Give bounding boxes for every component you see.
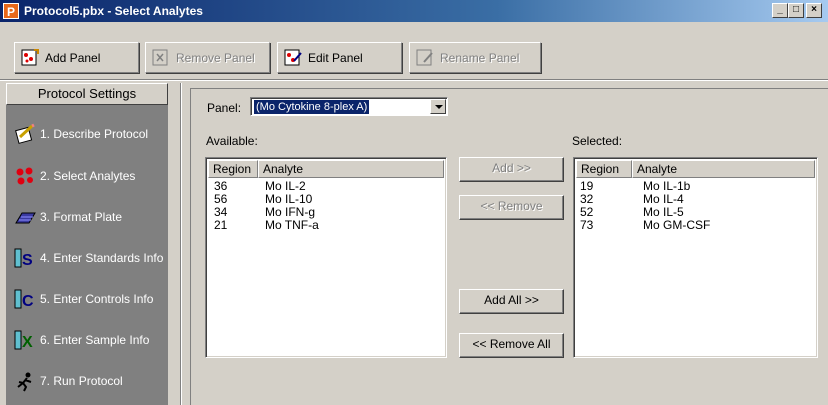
panel-select[interactable]: (Mo Cytokine 8-plex A) bbox=[250, 97, 448, 116]
analyte-cell: Mo IL-2 bbox=[265, 179, 306, 193]
remove-all-button[interactable]: << Remove All bbox=[459, 333, 564, 358]
available-label: Available: bbox=[206, 134, 258, 148]
standards-tube-icon: S bbox=[14, 247, 36, 269]
panel-label: Panel: bbox=[207, 101, 242, 115]
sidebar-item-enter-controls[interactable]: C 5. Enter Controls Info bbox=[14, 287, 153, 311]
edit-panel-icon bbox=[284, 49, 302, 67]
analyte-cell: Mo IL-4 bbox=[643, 192, 684, 206]
analyte-cell: Mo GM-CSF bbox=[643, 218, 711, 232]
rename-panel-label: Rename Panel bbox=[440, 50, 520, 65]
sidebar-item-run-protocol[interactable]: 7. Run Protocol bbox=[14, 369, 123, 393]
analyte-cell: Mo IFN-g bbox=[265, 205, 316, 219]
svg-text:S: S bbox=[22, 252, 33, 269]
app-icon[interactable]: P bbox=[3, 3, 19, 19]
sidebar-item-label: 2. Select Analytes bbox=[40, 169, 136, 183]
available-list[interactable]: Region Analyte 36 Mo IL-2 56 Mo IL-10 34 Mo… bbox=[205, 157, 447, 358]
add-all-button[interactable]: Add All >> bbox=[459, 289, 564, 314]
remove-panel-button[interactable]: Remove Panel bbox=[145, 42, 270, 73]
chevron-down-icon[interactable] bbox=[430, 99, 446, 114]
pencil-paper-icon bbox=[14, 123, 36, 145]
maximize-button[interactable]: □ bbox=[788, 3, 804, 18]
available-analyte-header[interactable]: Analyte bbox=[258, 160, 444, 178]
remove-button[interactable]: << Remove bbox=[459, 195, 564, 220]
add-panel-icon bbox=[21, 48, 39, 67]
selected-region-header[interactable]: Region bbox=[576, 160, 632, 178]
selected-label: Selected: bbox=[572, 134, 623, 148]
sample-tube-icon: X bbox=[14, 329, 36, 351]
sidebar-item-describe-protocol[interactable]: 1. Describe Protocol bbox=[14, 122, 148, 146]
rename-panel-button[interactable]: Rename Panel bbox=[409, 42, 541, 73]
selected-analyte-header[interactable]: Analyte bbox=[632, 160, 815, 178]
analyte-cell: Mo IL-1b bbox=[643, 179, 691, 193]
sidebar-item-label: 1. Describe Protocol bbox=[40, 127, 149, 141]
sidebar-item-enter-standards[interactable]: S 4. Enter Standards Info bbox=[14, 246, 163, 270]
panel-divider bbox=[180, 83, 182, 405]
sidebar-item-enter-sample[interactable]: X 6. Enter Sample Info bbox=[14, 328, 149, 352]
table-row[interactable]: 21 Mo TNF-a bbox=[214, 219, 319, 232]
sidebar-item-format-plate[interactable]: 3. Format Plate bbox=[14, 205, 122, 229]
svg-text:X: X bbox=[22, 334, 33, 351]
region-cell: 21 bbox=[214, 218, 228, 232]
add-panel-label: Add Panel bbox=[45, 50, 101, 65]
remove-panel-label: Remove Panel bbox=[176, 50, 255, 65]
close-button[interactable]: × bbox=[806, 3, 822, 18]
selected-list[interactable]: Region Analyte 19 Mo IL-1b 32 Mo IL-4 52 Mo… bbox=[573, 157, 818, 358]
sidebar-item-select-analytes[interactable]: 2. Select Analytes bbox=[14, 164, 135, 188]
runner-icon bbox=[14, 370, 36, 392]
beads-icon bbox=[14, 165, 36, 187]
rename-panel-icon bbox=[416, 49, 434, 67]
minimize-button[interactable]: _ bbox=[772, 3, 788, 18]
analyte-cell: Mo IL-10 bbox=[265, 192, 313, 206]
add-button[interactable]: Add >> bbox=[459, 157, 564, 182]
svg-text:C: C bbox=[22, 293, 34, 310]
sidebar-item-label: 5. Enter Controls Info bbox=[40, 292, 154, 306]
toolbar-divider bbox=[0, 79, 828, 81]
edit-panel-button[interactable]: Edit Panel bbox=[277, 42, 402, 73]
analyte-cell: Mo IL-5 bbox=[643, 205, 684, 219]
sidebar-item-label: 6. Enter Sample Info bbox=[40, 333, 150, 347]
available-region-header[interactable]: Region bbox=[208, 160, 258, 178]
window-title: Protocol5.pbx - Select Analytes bbox=[24, 4, 203, 18]
plate-icon bbox=[14, 206, 36, 228]
sidebar-item-label: 3. Format Plate bbox=[40, 210, 123, 224]
controls-tube-icon: C bbox=[14, 288, 36, 310]
add-panel-button[interactable]: Add Panel bbox=[14, 42, 139, 73]
sidebar-item-label: 4. Enter Standards Info bbox=[40, 251, 164, 265]
region-cell: 73 bbox=[580, 218, 594, 232]
table-row[interactable]: 73 Mo GM-CSF bbox=[580, 219, 710, 232]
edit-panel-label: Edit Panel bbox=[308, 50, 363, 65]
sidebar-header: Protocol Settings bbox=[6, 83, 168, 105]
sidebar-item-label: 7. Run Protocol bbox=[40, 374, 123, 388]
remove-panel-icon bbox=[152, 49, 170, 67]
analyte-cell: Mo TNF-a bbox=[265, 218, 319, 232]
panel-select-value: (Mo Cytokine 8-plex A) bbox=[254, 100, 370, 114]
